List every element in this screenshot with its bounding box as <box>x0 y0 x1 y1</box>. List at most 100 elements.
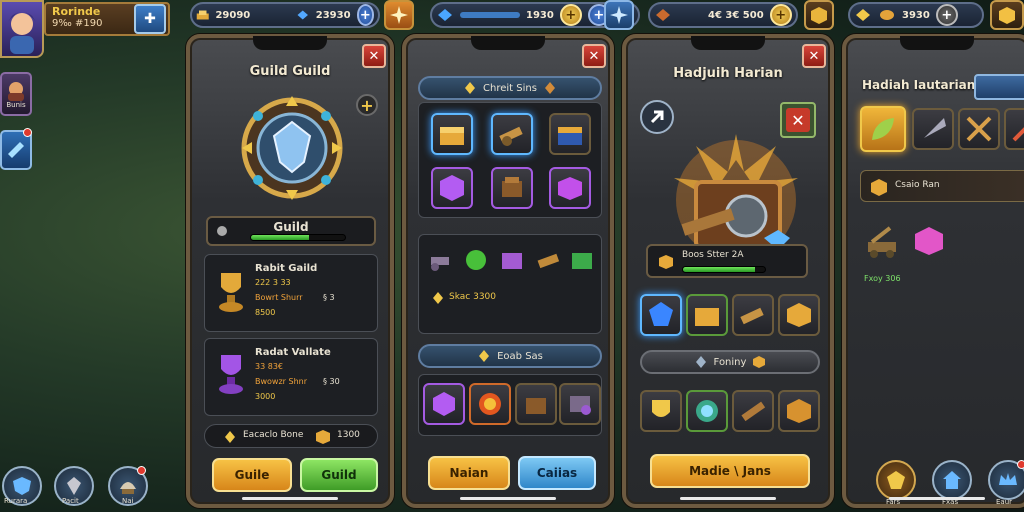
purple-cube-icon <box>433 392 455 416</box>
item-grid-2: Skac 3300 <box>418 234 602 334</box>
featured-item[interactable]: Csaio Ran <box>860 170 1024 202</box>
add-energy-button[interactable]: + <box>559 4 582 26</box>
card-line-1: 222 3 33 <box>255 278 291 287</box>
gold-cube-icon <box>753 356 766 368</box>
player-avatar[interactable] <box>0 0 44 58</box>
helmet-icon <box>120 482 136 494</box>
item-slot[interactable] <box>549 167 591 209</box>
reward-slot[interactable] <box>640 294 682 336</box>
guild-panel: ✕ Guild Guild + Guild Rabit Gaild 222 3 … <box>186 34 394 508</box>
resource-energy-value: 1930 <box>526 9 554 21</box>
inventory-right-button[interactable]: Caiias <box>518 456 596 490</box>
guild-right-button[interactable]: Guild <box>300 458 378 492</box>
panel-title: Hadjuih Harian <box>673 66 783 81</box>
guild-progress <box>250 234 346 241</box>
item-slot[interactable] <box>491 167 533 209</box>
tab-button[interactable] <box>974 74 1024 100</box>
rewards-nav-3[interactable] <box>988 460 1024 500</box>
green-gem-icon <box>466 250 486 270</box>
rewards-nav-1[interactable] <box>876 460 916 500</box>
item-slot[interactable] <box>431 113 473 155</box>
reward-slot[interactable] <box>958 108 1000 150</box>
shop-button[interactable] <box>604 0 634 30</box>
item-slot[interactable] <box>515 383 557 425</box>
reward-slot[interactable] <box>778 390 820 432</box>
notification-dot <box>137 466 146 475</box>
panel-title: Guild Guild <box>249 64 331 79</box>
reward-slot[interactable] <box>1004 108 1024 150</box>
trophy-icon <box>219 273 243 312</box>
reward-slot[interactable] <box>732 390 774 432</box>
home-indicator <box>680 497 776 500</box>
resource-coins-value: 3930 <box>902 9 930 21</box>
guild-card-1[interactable]: Rabit Gaild 222 3 33 Bowrt Shurr § 3 850… <box>204 254 378 332</box>
gold-chest-icon <box>695 308 719 326</box>
event-button[interactable] <box>384 0 414 30</box>
inventory-header: Chreit Sins <box>418 76 602 100</box>
resource-coins: 3930 + <box>848 2 984 28</box>
side-map-button[interactable] <box>0 128 32 170</box>
notification-dot <box>23 128 32 137</box>
purple-box-icon <box>558 177 582 200</box>
gold-chest-icon <box>999 7 1015 24</box>
level-up-button[interactable]: ✚ <box>134 4 166 34</box>
inventory-left-button[interactable]: Naian <box>428 456 510 490</box>
guild-bar-label: Guild <box>273 220 309 234</box>
card-title: Radat Vallate <box>255 347 331 358</box>
close-icon: ✕ <box>368 48 380 64</box>
side-menu-button[interactable]: Bunis <box>0 72 32 116</box>
item-slot[interactable] <box>469 383 511 425</box>
energy-bar <box>460 12 520 18</box>
resource-gold-value: 29090 <box>215 9 251 21</box>
guild-left-button[interactable]: Guile <box>212 458 292 492</box>
item-grid-3 <box>418 374 602 436</box>
reward-slot[interactable] <box>912 108 954 150</box>
bottom-nav-1-label: Rurara <box>4 497 28 505</box>
daily-action-button[interactable]: Madie \ Jans <box>650 454 810 488</box>
map-icon <box>8 142 24 158</box>
close-button[interactable]: ✕ <box>802 44 826 68</box>
arrow-icon <box>650 110 664 124</box>
close-button[interactable]: ✕ <box>582 44 606 68</box>
treasure-chest-icon <box>558 127 582 145</box>
item-slot[interactable] <box>549 113 591 155</box>
guild-card-2[interactable]: Radat Vallate 33 83€ Bwowzr Shnr § 30 30… <box>204 338 378 416</box>
section-header: Eoab Sas <box>418 344 602 368</box>
gold-coin-icon <box>433 292 443 304</box>
side-menu-label: Bunis <box>6 101 26 109</box>
item-slot[interactable] <box>559 383 601 425</box>
rewards-nav-3-label: Eaur <box>996 498 1013 506</box>
treasure-button[interactable] <box>804 0 834 30</box>
add-special-button[interactable]: + <box>769 4 792 26</box>
reward-slot[interactable] <box>732 294 774 336</box>
reward-slot[interactable] <box>640 390 682 432</box>
reward-slot[interactable] <box>778 294 820 336</box>
back-button[interactable] <box>640 100 674 134</box>
item-slot[interactable] <box>431 167 473 209</box>
leaf-icon <box>872 118 894 140</box>
reward-slot[interactable] <box>860 106 906 152</box>
item-slot[interactable] <box>423 383 465 425</box>
add-button[interactable]: + <box>356 94 378 116</box>
crate-icon <box>526 398 546 414</box>
add-coins-button[interactable]: + <box>935 4 958 26</box>
status-bar: Boos Stter 2A <box>646 244 808 278</box>
section-label: Eoab Sas <box>497 350 543 362</box>
card-line-2b: § 3 <box>323 293 335 302</box>
sword-icon <box>1012 127 1024 142</box>
rewards-nav-2[interactable] <box>932 460 972 500</box>
violet-crate-icon <box>502 253 522 269</box>
inventory-panel: ✕ Chreit Sins Skac 3300 Eoab Sas Naian C… <box>402 34 614 508</box>
item-slot[interactable] <box>491 113 533 155</box>
reward-slot[interactable] <box>686 390 728 432</box>
catapult-icon <box>868 226 896 258</box>
section-label: Foniny <box>713 356 747 368</box>
gem-icon <box>695 356 706 368</box>
chest-button[interactable] <box>990 0 1024 30</box>
fire-orb-icon <box>479 393 501 415</box>
house-icon <box>943 471 961 489</box>
reward-slot[interactable] <box>686 294 728 336</box>
item-grid-1 <box>418 102 602 218</box>
gold-cube-icon <box>659 255 673 269</box>
add-crystal-button[interactable]: + <box>356 4 374 26</box>
